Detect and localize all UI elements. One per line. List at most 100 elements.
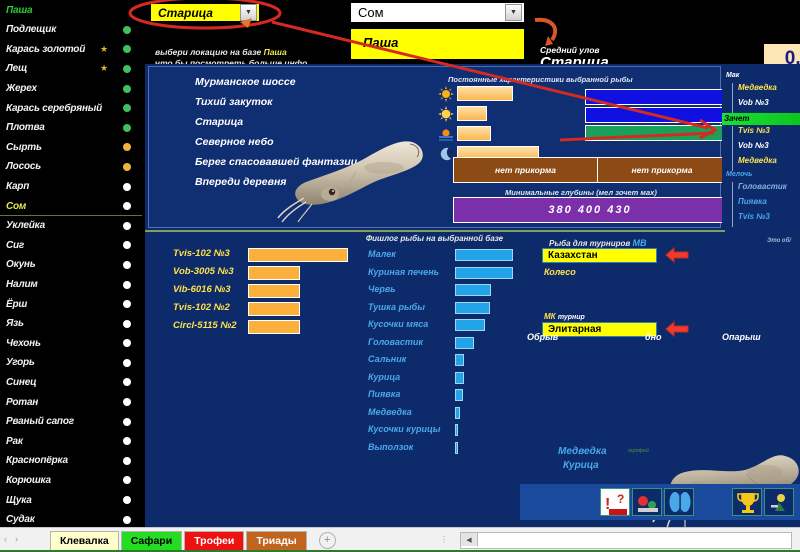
bait-label: Медведка: [368, 406, 412, 417]
selected-base-box[interactable]: Паша: [350, 28, 525, 60]
status-dot: [123, 456, 131, 465]
sheet-tab[interactable]: Триады: [246, 530, 307, 550]
sidebar-item-label: Карась серебряный: [6, 102, 103, 114]
chevron-down-icon[interactable]: ▼: [505, 4, 522, 21]
sheet-nav-arrows[interactable]: ‹›: [4, 534, 26, 544]
sidebar-item[interactable]: Ротан: [0, 392, 145, 412]
rod-bar: [248, 302, 300, 316]
characteristics-title: Постоянные характеристики выбранной рыбы: [448, 75, 633, 84]
chevron-down-icon[interactable]: ▼: [240, 4, 257, 21]
trophy-icon[interactable]: [732, 488, 762, 516]
rod-bar: [248, 284, 300, 298]
rank-group-label: Мак: [726, 72, 740, 79]
mk-tournament-field[interactable]: Элитарная: [542, 322, 657, 337]
sidebar-item-label: Подлещик: [6, 24, 57, 36]
info-icon[interactable]: !?: [600, 488, 630, 516]
rank-item[interactable]: Tvis №3: [738, 212, 770, 221]
status-dot: [123, 476, 131, 485]
sidebar-item-label: Сом: [6, 200, 27, 212]
sidebar-item-label: Щука: [6, 494, 32, 506]
sidebar-item[interactable]: Рак: [0, 431, 145, 451]
fish-activity-bar: [585, 89, 727, 105]
sidebar-item[interactable]: Корюшка: [0, 471, 145, 491]
sidebar-item[interactable]: Сырть: [0, 138, 145, 158]
sidebar-item-label: Рак: [6, 435, 23, 447]
butterfly-icon[interactable]: [664, 488, 694, 516]
sidebar-item[interactable]: Синец: [0, 373, 145, 393]
sidebar-item[interactable]: Карась серебряный: [0, 98, 145, 118]
sidebar-item-label: Лосось: [6, 161, 41, 173]
status-dot: [123, 64, 131, 73]
rank-item[interactable]: Головастик: [738, 182, 787, 191]
sheet-tab[interactable]: Трофеи: [184, 530, 245, 550]
sidebar-item[interactable]: Окунь: [0, 255, 145, 275]
rank-item[interactable]: Медведка: [738, 156, 777, 165]
bait-label: Кусочки мяса: [368, 319, 429, 329]
rank-group-label: Зачет: [724, 114, 750, 123]
sheet-tab[interactable]: Сафари: [120, 530, 183, 550]
sidebar-item-label: Сырть: [6, 141, 42, 153]
location-item[interactable]: Тихий закуток: [195, 96, 272, 108]
sidebar-item[interactable]: Угорь: [0, 353, 145, 373]
rank-item[interactable]: Vob №3: [738, 141, 769, 150]
sheet-nav-next[interactable]: ›: [15, 534, 26, 544]
diver-icon[interactable]: [764, 488, 794, 516]
sidebar-item[interactable]: Рваный сапог: [0, 412, 145, 432]
tourn-bottom-right: Опарыш: [722, 332, 761, 342]
sidebar-item-label: Корюшка: [6, 474, 51, 486]
sheet-nav-prev[interactable]: ‹: [4, 534, 15, 544]
status-dot: [123, 339, 131, 348]
location-dropdown[interactable]: Старица ▼: [150, 3, 260, 22]
tab-resize-handle[interactable]: ⋮: [440, 535, 448, 544]
bottom-icon-row: !?: [520, 484, 800, 520]
bait-bar: [455, 319, 486, 331]
sidebar-item[interactable]: Налим: [0, 275, 145, 295]
rank-item[interactable]: Vob №3: [738, 98, 769, 107]
characteristic-bar: [457, 86, 513, 101]
horizontal-scrollbar[interactable]: ◀: [460, 532, 792, 549]
sunset-icon: [438, 126, 454, 142]
fish-dropdown-value: Сом: [358, 5, 384, 20]
sidebar-item[interactable]: Карась золотой ★: [0, 40, 145, 60]
sidebar-item[interactable]: Щука: [0, 490, 145, 510]
hint-line-1: выбери локацию на базе Паша: [155, 47, 287, 57]
fish-dropdown[interactable]: Сом ▼: [350, 2, 525, 23]
sidebar-item[interactable]: Ёрш: [0, 294, 145, 314]
bait-bar: [455, 336, 475, 349]
location-item[interactable]: Мурманское шоссе: [195, 76, 296, 88]
sidebar-item[interactable]: Уклейка: [0, 216, 145, 236]
sidebar-item[interactable]: Плотва: [0, 118, 145, 138]
mv-tournament-label: Рыба для турниров МВ: [549, 238, 646, 248]
rod-label: Tvis-102 №2: [173, 302, 230, 313]
tourn-bottom-mid: дно: [645, 332, 662, 342]
mv-tournament-field[interactable]: Казахстан: [542, 248, 657, 263]
hint-text-a: выбери локацию на базе: [155, 47, 262, 57]
rank-item[interactable]: Медведка: [738, 83, 777, 92]
sidebar-item[interactable]: Карп: [0, 177, 145, 197]
rank-item[interactable]: Tvis №3: [738, 126, 770, 135]
rod-bar: [248, 248, 348, 262]
sidebar-item[interactable]: Жерех: [0, 79, 145, 99]
sidebar-item[interactable]: Подлещик: [0, 20, 145, 40]
add-sheet-button[interactable]: +: [318, 531, 336, 549]
sidebar-item[interactable]: Краснопёрка: [0, 451, 145, 471]
sidebar-item-label: Синец: [6, 376, 37, 388]
rank-group-label: Мелочь: [726, 171, 753, 178]
location-item[interactable]: Старица: [195, 116, 243, 128]
sidebar-item[interactable]: Лосось: [0, 157, 145, 177]
sun-icon: [438, 86, 454, 102]
selected-base-label: Паша: [363, 35, 399, 50]
rank-item[interactable]: Пиявка: [738, 197, 767, 206]
status-dot: [123, 162, 131, 171]
sheet-tab[interactable]: Клевалка: [50, 530, 119, 550]
sidebar-item[interactable]: Язь: [0, 314, 145, 334]
scroll-left-button[interactable]: ◀: [461, 533, 478, 546]
tackle-icon[interactable]: [632, 488, 662, 516]
sidebar-item[interactable]: Лещ ★: [0, 59, 145, 79]
bait-bar: [455, 301, 490, 314]
sidebar-item[interactable]: Чехонь: [0, 334, 145, 354]
sidebar-item[interactable]: Сом: [0, 196, 145, 216]
fish-activity-bar: [585, 107, 727, 123]
sidebar-item-label: Ротан: [6, 396, 39, 408]
sidebar-item[interactable]: Сиг: [0, 236, 145, 256]
